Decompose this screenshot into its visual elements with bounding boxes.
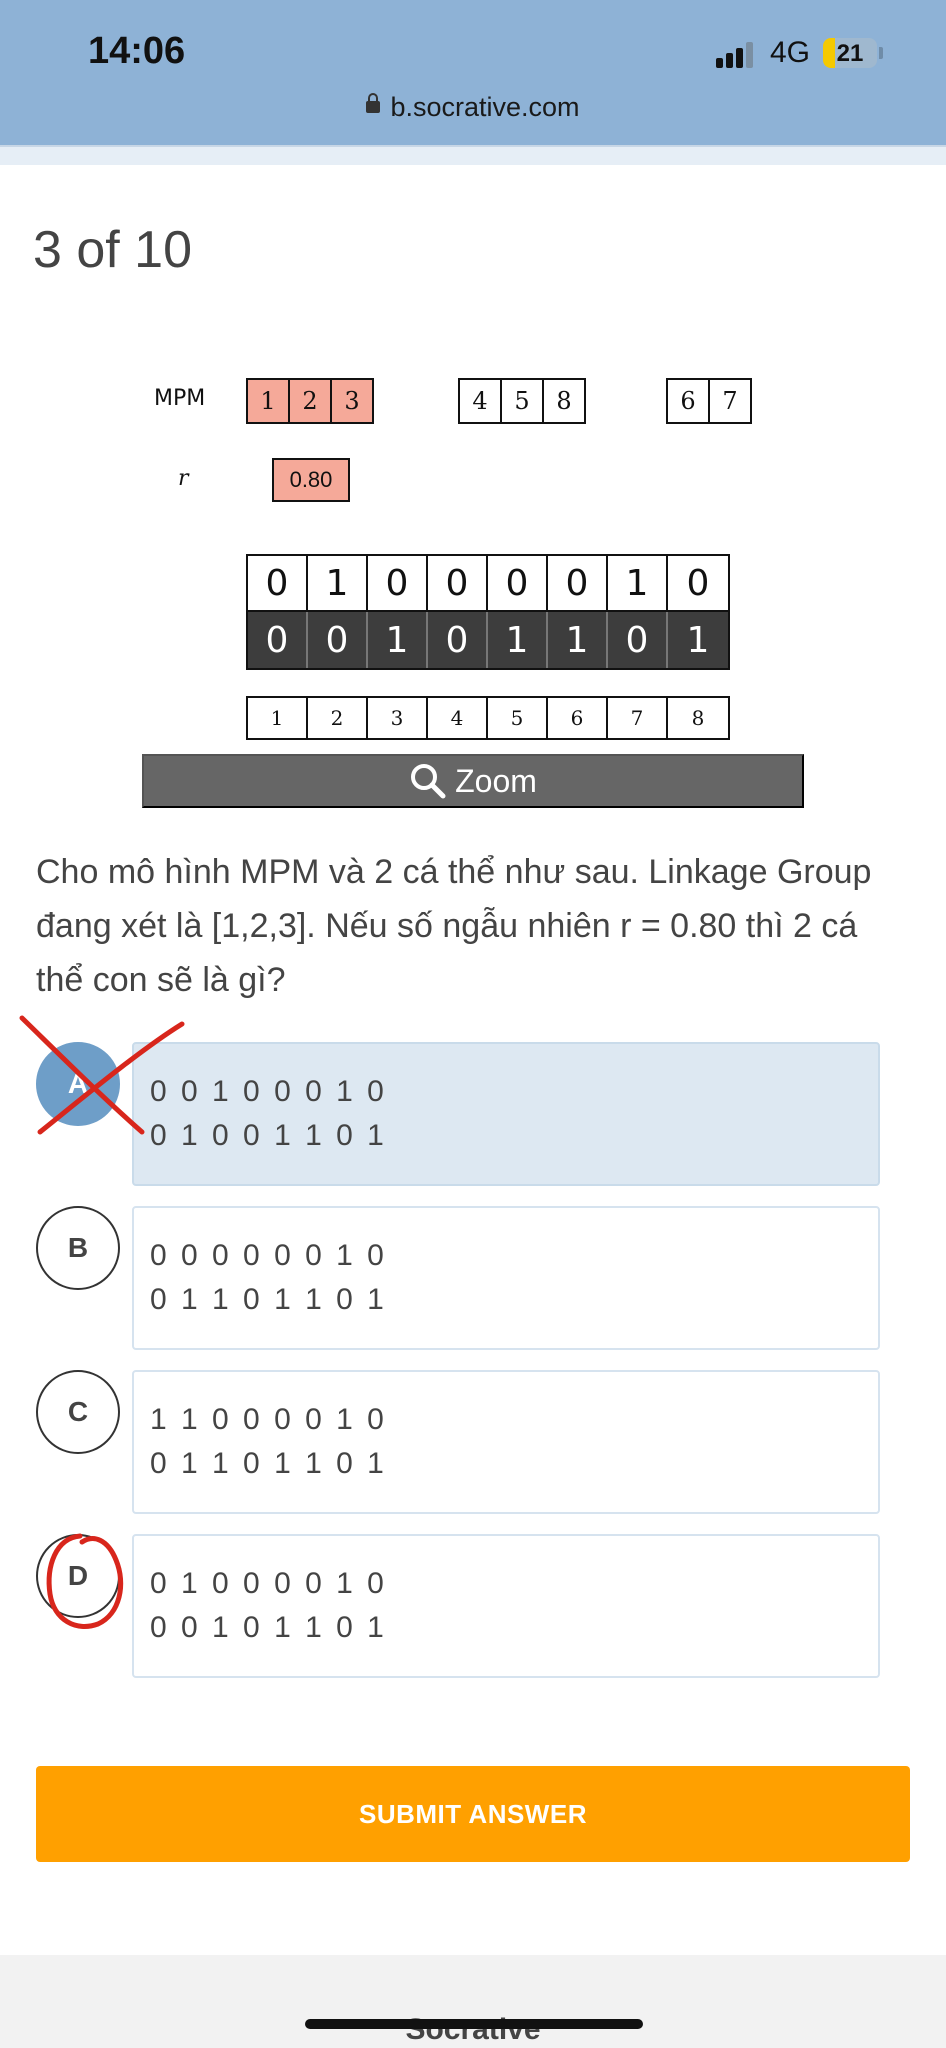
gene-index: 5 — [488, 698, 548, 738]
toolbar-divider — [0, 145, 946, 165]
option-line-1: 0 0 1 0 0 0 1 0 — [150, 1075, 387, 1108]
answer-option-d[interactable]: D 0 1 0 0 0 0 1 0 0 0 1 0 1 1 0 1 — [36, 1534, 881, 1680]
gene-index: 4 — [428, 698, 488, 738]
gene-index: 7 — [608, 698, 668, 738]
mpm-cell: 3 — [332, 380, 372, 422]
zoom-label: Zoom — [455, 762, 537, 799]
parent1-gene: 0 — [488, 556, 548, 612]
parent1-gene: 0 — [428, 556, 488, 612]
parent2-gene: 0 — [608, 612, 668, 668]
url-text: b.socrative.com — [390, 92, 580, 122]
question-text: Cho mô hình MPM và 2 cá thể như sau. Lin… — [36, 853, 872, 999]
signal-icon — [716, 42, 756, 68]
mpm-group-3: 6 7 — [666, 378, 752, 424]
r-label: r — [178, 466, 189, 491]
mpm-cell: 1 — [248, 380, 290, 422]
option-letter[interactable]: C — [36, 1370, 120, 1454]
home-indicator[interactable] — [305, 2019, 643, 2029]
battery-tip — [879, 47, 883, 59]
battery-percent: 21 — [836, 40, 864, 67]
footer: Socrative — [0, 1955, 946, 2048]
mpm-group-1: 1 2 3 — [246, 378, 374, 424]
parent2-gene: 0 — [248, 612, 308, 668]
status-bar: 14:06 4G 21 b.socrative.com — [0, 0, 946, 145]
battery-icon: 21 — [823, 38, 877, 68]
network-label: 4G — [770, 36, 811, 69]
mpm-group-2: 4 5 8 — [458, 378, 586, 424]
clock: 14:06 — [88, 30, 186, 72]
parent2-gene: 1 — [488, 612, 548, 668]
parent1-gene: 1 — [308, 556, 368, 612]
answer-option-a[interactable]: A 0 0 1 0 0 0 1 0 0 1 0 0 1 1 0 1 — [36, 1042, 881, 1188]
option-line-1: 1 1 0 0 0 0 1 0 — [150, 1403, 387, 1436]
mpm-cell: 2 — [290, 380, 332, 422]
question-counter: 3 of 10 — [33, 221, 193, 279]
option-line-2: 0 0 1 0 1 1 0 1 — [150, 1611, 387, 1644]
submit-answer-button[interactable]: SUBMIT ANSWER — [36, 1766, 910, 1862]
option-letter[interactable]: B — [36, 1206, 120, 1290]
gene-index: 3 — [368, 698, 428, 738]
gene-index: 1 — [248, 698, 308, 738]
mpm-cell: 5 — [502, 380, 544, 422]
lock-icon — [366, 92, 381, 113]
mpm-cell: 7 — [722, 387, 738, 415]
magnifier-icon — [411, 764, 446, 799]
option-card[interactable]: 1 1 0 0 0 0 1 0 0 1 1 0 1 1 0 1 — [132, 1370, 880, 1514]
parent2-gene: 1 — [668, 612, 728, 668]
r-value-box: 0.80 — [272, 458, 350, 502]
gene-index: 2 — [308, 698, 368, 738]
parent2-gene: 1 — [548, 612, 608, 668]
mpm-cell: 8 — [556, 387, 572, 415]
zoom-button[interactable]: Zoom — [142, 754, 804, 808]
option-letter[interactable]: A — [36, 1042, 120, 1126]
gene-index-row: 1 2 3 4 5 6 7 8 — [246, 696, 730, 740]
address-bar[interactable]: b.socrative.com — [0, 92, 946, 123]
option-line-2: 0 1 1 0 1 1 0 1 — [150, 1283, 387, 1316]
option-line-2: 0 1 1 0 1 1 0 1 — [150, 1447, 387, 1480]
parent1-gene: 0 — [548, 556, 608, 612]
parent2-gene: 0 — [308, 612, 368, 668]
option-line-1: 0 0 0 0 0 0 1 0 — [150, 1239, 387, 1272]
parent1-gene: 0 — [368, 556, 428, 612]
option-line-2: 0 1 0 0 1 1 0 1 — [150, 1119, 387, 1152]
question-figure: MPM 1 2 3 4 5 8 6 7 r 0.80 0 1 0 0 0 0 1… — [140, 370, 800, 750]
gene-index: 6 — [548, 698, 608, 738]
parent2-gene: 1 — [368, 612, 428, 668]
option-card[interactable]: 0 0 0 0 0 0 1 0 0 1 1 0 1 1 0 1 — [132, 1206, 880, 1350]
option-line-1: 0 1 0 0 0 0 1 0 — [150, 1567, 387, 1600]
parent1-gene: 0 — [668, 556, 728, 612]
option-card[interactable]: 0 0 1 0 0 0 1 0 0 1 0 0 1 1 0 1 — [132, 1042, 880, 1186]
parent1-gene: 1 — [608, 556, 668, 612]
mpm-label: MPM — [154, 386, 206, 411]
parent2-gene: 0 — [428, 612, 488, 668]
mpm-cell: 6 — [668, 380, 710, 422]
option-card[interactable]: 0 1 0 0 0 0 1 0 0 0 1 0 1 1 0 1 — [132, 1534, 880, 1678]
parent1-gene: 0 — [248, 556, 308, 612]
answer-option-c[interactable]: C 1 1 0 0 0 0 1 0 0 1 1 0 1 1 0 1 — [36, 1370, 881, 1516]
answer-option-b[interactable]: B 0 0 0 0 0 0 1 0 0 1 1 0 1 1 0 1 — [36, 1206, 881, 1352]
parent-chromosomes: 0 1 0 0 0 0 1 0 0 0 1 0 1 1 0 1 — [246, 554, 730, 670]
option-letter[interactable]: D — [36, 1534, 120, 1618]
mpm-cell: 4 — [460, 380, 502, 422]
gene-index: 8 — [691, 706, 705, 730]
